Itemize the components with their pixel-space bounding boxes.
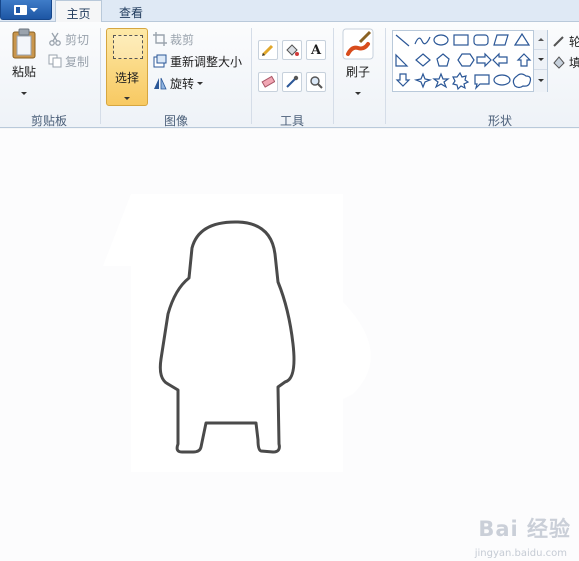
chevron-down-icon: [537, 58, 544, 61]
text-icon[interactable]: A: [306, 40, 326, 60]
resize-icon: [153, 54, 167, 68]
copy-button[interactable]: 复制: [48, 52, 89, 70]
color-picker-icon[interactable]: [282, 72, 302, 92]
magnifier-icon[interactable]: [306, 72, 326, 92]
outline-label: 轮: [569, 34, 579, 49]
copy-icon: [48, 54, 62, 68]
outline-button[interactable]: 轮: [552, 32, 579, 50]
fill-icon[interactable]: [282, 40, 302, 60]
rotate-icon: [154, 77, 167, 90]
brush-icon: [342, 28, 374, 60]
watermark-url: jingyan.baidu.com: [474, 548, 567, 559]
group-divider: [100, 28, 101, 124]
chevron-up-icon: [537, 38, 544, 41]
paste-label: 粘贴: [11, 65, 36, 79]
pencil-icon[interactable]: [258, 40, 278, 60]
eraser-icon[interactable]: [258, 72, 278, 92]
shapes-gallery: [392, 30, 548, 92]
group-divider: [333, 28, 334, 124]
paint-menu-icon: [14, 4, 27, 15]
cut-button[interactable]: 剪切: [48, 30, 89, 48]
scissors-icon: [49, 32, 61, 46]
group-divider: [251, 28, 252, 124]
fill-label: 填: [569, 55, 579, 70]
rotate-label: 旋转: [170, 76, 195, 91]
chevron-down-icon: [197, 81, 204, 85]
watermark-logo: Bai 经验: [478, 517, 571, 541]
resize-label: 重新调整大小: [170, 54, 243, 69]
fill-button[interactable]: 填: [552, 53, 579, 71]
cut-label: 剪切: [65, 32, 90, 47]
more-icon: [537, 78, 544, 82]
chevron-down-icon: [30, 7, 38, 12]
paint-menu-button[interactable]: [0, 0, 52, 20]
tools-group-label: 工具: [279, 114, 304, 128]
brushes-button[interactable]: 刷子: [339, 28, 377, 106]
selection-icon: [113, 35, 143, 59]
drawing-canvas[interactable]: [103, 194, 395, 472]
outline-icon: [553, 36, 564, 47]
clipboard-icon: [12, 28, 36, 59]
chevron-down-icon: [124, 97, 130, 100]
ribbon: 粘贴 剪切 复制 剪贴板 选择 裁剪 重新调整大小 旋转 图像 A 工具 刷子 …: [0, 22, 579, 128]
shapes-scrollbar[interactable]: [533, 30, 547, 92]
copy-label: 复制: [65, 54, 90, 69]
crop-icon: [153, 32, 167, 46]
canvas-workspace[interactable]: Bai 经验 jingyan.baidu.com: [0, 129, 579, 561]
clipboard-group-label: 剪贴板: [30, 114, 67, 128]
crop-button[interactable]: 裁剪: [153, 30, 194, 48]
rotate-button[interactable]: 旋转: [153, 74, 204, 92]
group-divider: [385, 28, 386, 124]
paste-button[interactable]: 粘贴: [6, 28, 42, 106]
shapes-icons: [395, 32, 532, 91]
resize-button[interactable]: 重新调整大小: [153, 52, 242, 70]
tab-home[interactable]: 主页: [55, 0, 102, 23]
tab-bar: 主页 查看: [0, 0, 579, 23]
crop-label: 裁剪: [170, 32, 195, 47]
shapes-group-label: 形状: [487, 114, 512, 128]
select-button[interactable]: 选择: [106, 28, 148, 106]
chevron-down-icon: [355, 92, 361, 95]
fill-bucket-icon: [553, 56, 565, 69]
image-group-label: 图像: [163, 114, 188, 128]
brushes-label: 刷子: [345, 65, 370, 79]
chevron-down-icon: [21, 92, 27, 95]
select-label: 选择: [114, 71, 139, 85]
tab-view[interactable]: 查看: [108, 0, 154, 22]
